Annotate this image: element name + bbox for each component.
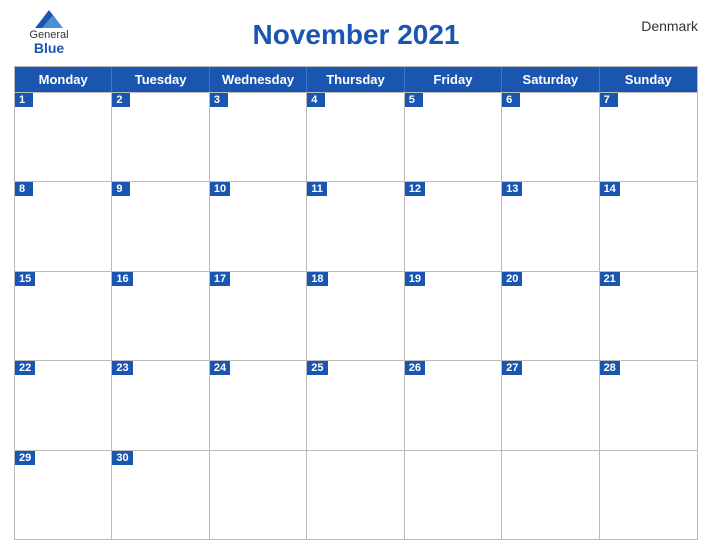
- week-row-1: 1 2 3 4 5 6 7: [15, 92, 697, 181]
- calendar-cell: 11: [307, 182, 404, 270]
- country-label: Denmark: [641, 18, 698, 34]
- calendar-cell: 14: [600, 182, 697, 270]
- week-row-5: 29 30: [15, 450, 697, 539]
- calendar-cell: 29: [15, 451, 112, 539]
- calendar-cell: 21: [600, 272, 697, 360]
- date-number: 11: [307, 182, 327, 196]
- date-number: 19: [405, 272, 425, 286]
- day-headers-row: MondayTuesdayWednesdayThursdayFridaySatu…: [15, 67, 697, 92]
- calendar-cell: 6: [502, 93, 599, 181]
- calendar-cell: 4: [307, 93, 404, 181]
- calendar-cell: 17: [210, 272, 307, 360]
- week-row-3: 15 16 17 18 19 20 21: [15, 271, 697, 360]
- weeks-container: 1234567891011121314151617181920212223242…: [15, 92, 697, 539]
- day-header-wednesday: Wednesday: [210, 67, 307, 92]
- logo-icon: [35, 10, 63, 28]
- day-header-friday: Friday: [405, 67, 502, 92]
- day-header-sunday: Sunday: [600, 67, 697, 92]
- date-number: 1: [15, 93, 33, 107]
- date-number: 24: [210, 361, 230, 375]
- date-number: 2: [112, 93, 130, 107]
- date-number: 27: [502, 361, 522, 375]
- calendar-cell: 19: [405, 272, 502, 360]
- date-number: 3: [210, 93, 228, 107]
- calendar-cell: [600, 451, 697, 539]
- date-number: 30: [112, 451, 132, 465]
- calendar-cell: 28: [600, 361, 697, 449]
- date-number: 26: [405, 361, 425, 375]
- calendar-cell: 8: [15, 182, 112, 270]
- date-number: 4: [307, 93, 325, 107]
- calendar-cell: 1: [15, 93, 112, 181]
- day-header-saturday: Saturday: [502, 67, 599, 92]
- week-row-2: 8 9 10 11 12 13 14: [15, 181, 697, 270]
- calendar-cell: 10: [210, 182, 307, 270]
- calendar-cell: 18: [307, 272, 404, 360]
- calendar-cell: 15: [15, 272, 112, 360]
- date-number: 5: [405, 93, 423, 107]
- calendar-cell: 23: [112, 361, 209, 449]
- date-number: 14: [600, 182, 620, 196]
- calendar-cell: 3: [210, 93, 307, 181]
- logo-blue-text: Blue: [34, 41, 64, 56]
- calendar-cell: 16: [112, 272, 209, 360]
- calendar-cell: [502, 451, 599, 539]
- date-number: 28: [600, 361, 620, 375]
- calendar-cell: 13: [502, 182, 599, 270]
- date-number: 7: [600, 93, 618, 107]
- day-header-thursday: Thursday: [307, 67, 404, 92]
- date-number: 9: [112, 182, 130, 196]
- calendar-cell: 20: [502, 272, 599, 360]
- calendar-cell: 22: [15, 361, 112, 449]
- calendar-page: General Blue November 2021 Denmark Monda…: [0, 0, 712, 550]
- date-number: 8: [15, 182, 33, 196]
- date-number: 13: [502, 182, 522, 196]
- calendar-cell: 30: [112, 451, 209, 539]
- header: General Blue November 2021 Denmark: [14, 10, 698, 60]
- logo: General Blue: [14, 10, 84, 56]
- date-number: 16: [112, 272, 132, 286]
- calendar-cell: 25: [307, 361, 404, 449]
- date-number: 6: [502, 93, 520, 107]
- calendar-cell: 9: [112, 182, 209, 270]
- date-number: 12: [405, 182, 425, 196]
- calendar-cell: 27: [502, 361, 599, 449]
- day-header-monday: Monday: [15, 67, 112, 92]
- date-number: 29: [15, 451, 35, 465]
- date-number: 23: [112, 361, 132, 375]
- calendar-cell: [307, 451, 404, 539]
- date-number: 22: [15, 361, 35, 375]
- calendar-cell: 2: [112, 93, 209, 181]
- calendar-cell: [210, 451, 307, 539]
- date-number: 15: [15, 272, 35, 286]
- calendar-cell: 26: [405, 361, 502, 449]
- date-number: 10: [210, 182, 230, 196]
- calendar-cell: 7: [600, 93, 697, 181]
- week-row-4: 22 23 24 25 26 27 28: [15, 360, 697, 449]
- date-number: 21: [600, 272, 620, 286]
- date-number: 20: [502, 272, 522, 286]
- calendar-cell: [405, 451, 502, 539]
- calendar-cell: 24: [210, 361, 307, 449]
- day-header-tuesday: Tuesday: [112, 67, 209, 92]
- calendar-grid: MondayTuesdayWednesdayThursdayFridaySatu…: [14, 66, 698, 540]
- date-number: 18: [307, 272, 327, 286]
- calendar-cell: 12: [405, 182, 502, 270]
- date-number: 17: [210, 272, 230, 286]
- calendar-cell: 5: [405, 93, 502, 181]
- calendar-title: November 2021: [252, 19, 459, 51]
- date-number: 25: [307, 361, 327, 375]
